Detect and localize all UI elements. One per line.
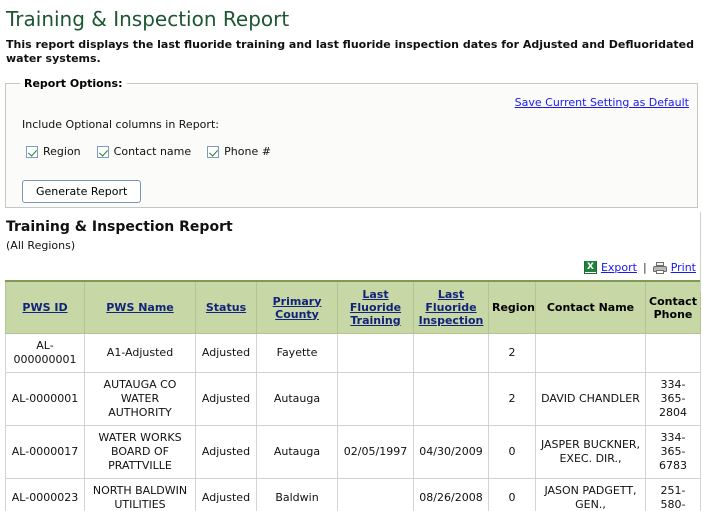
cell-contact-phone	[645, 333, 701, 373]
cell-contact-phone: 334-365-2804	[645, 372, 701, 426]
report-options-legend: Report Options:	[24, 77, 123, 90]
cell-last-fluoride-training	[337, 372, 414, 426]
cell-last-fluoride-inspection: 08/26/2008	[413, 478, 489, 511]
table-header: PWS ID PWS Name Status Primary County La…	[5, 280, 701, 334]
checkbox-phone-label: Phone #	[224, 145, 271, 158]
cell-region: 2	[488, 372, 536, 426]
tools-separator: |	[642, 261, 647, 274]
cell-status: Adjusted	[195, 478, 257, 511]
cell-last-fluoride-inspection	[413, 333, 489, 373]
cell-contact-name: JASPER BUCKNER, EXEC. DIR.,	[535, 425, 646, 479]
cell-pws-name: NORTH BALDWIN UTILITIES	[84, 478, 196, 511]
cell-region: 2	[488, 333, 536, 373]
right-edge-rule	[700, 212, 701, 292]
sort-link-last-fluoride-training[interactable]: Last Fluoride Training	[350, 288, 401, 327]
cell-primary-county: Autauga	[256, 372, 338, 426]
cell-contact-name: DAVID CHANDLER	[535, 372, 646, 426]
checkbox-region[interactable]	[26, 145, 38, 158]
sort-link-primary-county[interactable]: Primary County	[273, 295, 322, 321]
cell-last-fluoride-training: 02/05/1997	[337, 425, 414, 479]
column-header-contact-name: Contact Name	[535, 280, 646, 334]
cell-pws-name: AUTAUGA CO WATER AUTHORITY	[84, 372, 196, 426]
column-header-contact-phone: Contact Phone	[645, 280, 701, 334]
table-row[interactable]: AL-000000001 A1-Adjusted Adjusted Fayett…	[5, 333, 701, 373]
checkbox-item-phone[interactable]: Phone #	[207, 145, 271, 158]
include-optional-columns-label: Include Optional columns in Report:	[22, 118, 219, 131]
cell-region: 0	[488, 478, 536, 511]
column-header-status[interactable]: Status	[195, 280, 257, 334]
table-body: AL-000000001 A1-Adjusted Adjusted Fayett…	[5, 333, 701, 511]
generate-report-button[interactable]: Generate Report	[22, 180, 142, 203]
sort-link-pws-name[interactable]: PWS Name	[106, 301, 174, 314]
report-heading: Training & Inspection Report	[6, 219, 233, 235]
optional-columns-checkbox-group: Region Contact name Phone #	[26, 145, 689, 158]
cell-contact-phone: 334-365-6783	[645, 425, 701, 479]
export-link[interactable]: Export	[601, 261, 637, 274]
checkbox-item-contact-name[interactable]: Contact name	[96, 145, 192, 158]
save-default-row: Save Current Setting as Default	[14, 96, 689, 109]
cell-last-fluoride-training	[337, 478, 414, 511]
cell-pws-name: WATER WORKS BOARD OF PRATTVILLE	[84, 425, 196, 479]
table-row[interactable]: AL-0000001 AUTAUGA CO WATER AUTHORITY Ad…	[5, 372, 701, 426]
cell-status: Adjusted	[195, 425, 257, 479]
sort-link-status[interactable]: Status	[206, 301, 246, 314]
cell-primary-county: Baldwin	[256, 478, 338, 511]
cell-pws-id: AL-0000023	[5, 478, 85, 511]
column-header-pws-name[interactable]: PWS Name	[84, 280, 196, 334]
cell-pws-id: AL-0000017	[5, 425, 85, 479]
cell-last-fluoride-inspection: 04/30/2009	[413, 425, 489, 479]
cell-last-fluoride-training	[337, 333, 414, 373]
cell-pws-id: AL-0000001	[5, 372, 85, 426]
column-header-last-fluoride-inspection[interactable]: Last Fluoride Inspection	[413, 280, 489, 334]
checkbox-phone[interactable]	[207, 145, 220, 158]
generate-button-row: Generate Report	[22, 180, 689, 203]
report-tools: Export | Print	[4, 261, 697, 274]
cell-primary-county: Autauga	[256, 425, 338, 479]
cell-pws-id: AL-000000001	[5, 333, 85, 373]
cell-pws-name: A1-Adjusted	[84, 333, 196, 373]
sort-link-last-fluoride-inspection[interactable]: Last Fluoride Inspection	[419, 288, 484, 327]
cell-status: Adjusted	[195, 333, 257, 373]
checkbox-item-region[interactable]: Region	[26, 145, 81, 158]
checkbox-contact-name-label: Contact name	[113, 145, 192, 158]
excel-icon	[583, 261, 597, 274]
checkbox-region-label: Region	[43, 145, 81, 158]
cell-contact-phone: 251-580-	[645, 478, 701, 511]
page-title: Training & Inspection Report	[6, 7, 290, 31]
report-region-subtitle: (All Regions)	[6, 239, 76, 252]
cell-contact-name: JASON PADGETT, GEN.,	[535, 478, 646, 511]
report-options-fieldset: Report Options: Save Current Setting as …	[5, 77, 698, 208]
column-header-pws-id[interactable]: PWS ID	[5, 280, 85, 334]
column-header-primary-county[interactable]: Primary County	[256, 280, 338, 334]
cell-primary-county: Fayette	[256, 333, 338, 373]
column-header-last-fluoride-training[interactable]: Last Fluoride Training	[337, 280, 414, 334]
cell-contact-name	[535, 333, 646, 373]
sort-link-pws-id[interactable]: PWS ID	[22, 301, 67, 314]
printer-icon	[652, 261, 667, 274]
column-header-region: Region	[488, 280, 536, 334]
table-header-row: PWS ID PWS Name Status Primary County La…	[5, 280, 701, 334]
checkbox-contact-name[interactable]	[96, 145, 109, 158]
table-row[interactable]: AL-0000017 WATER WORKS BOARD OF PRATTVIL…	[5, 425, 701, 479]
report-page: Training & Inspection Report This report…	[0, 0, 703, 511]
print-link[interactable]: Print	[671, 261, 696, 274]
table-row[interactable]: AL-0000023 NORTH BALDWIN UTILITIES Adjus…	[5, 478, 701, 511]
cell-region: 0	[488, 425, 536, 479]
cell-last-fluoride-inspection	[413, 372, 489, 426]
cell-status: Adjusted	[195, 372, 257, 426]
save-current-setting-as-default-link[interactable]: Save Current Setting as Default	[515, 96, 689, 109]
report-table: PWS ID PWS Name Status Primary County La…	[5, 280, 701, 511]
report-description: This report displays the last fluoride t…	[6, 38, 694, 65]
